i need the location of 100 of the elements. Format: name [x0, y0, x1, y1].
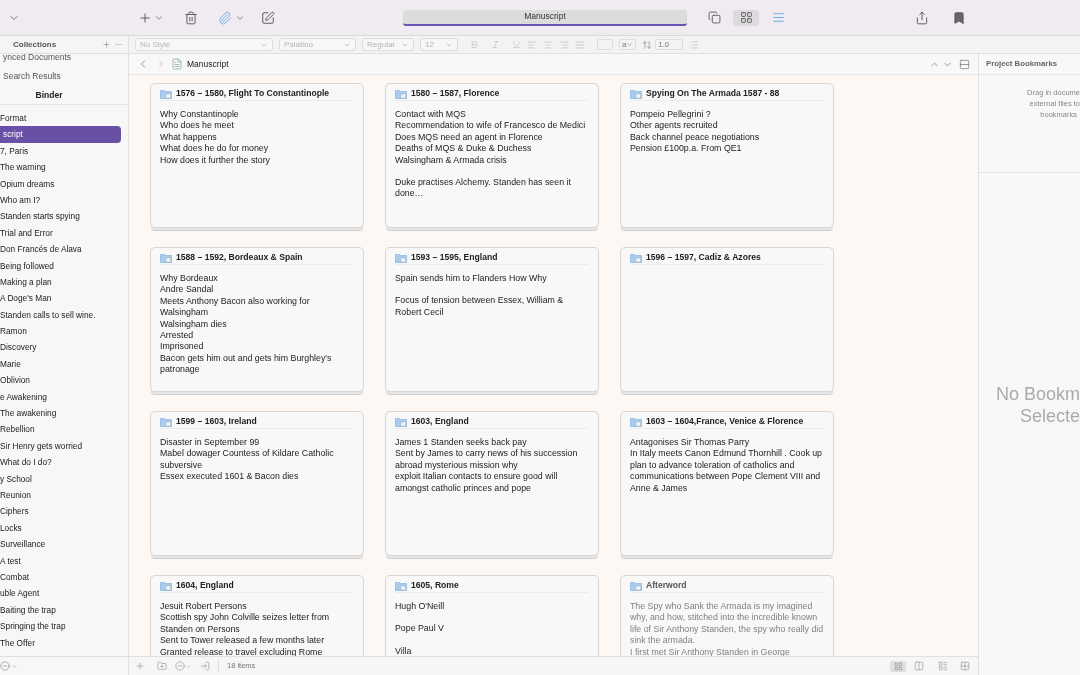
card-text: Recommendation to wife of Francesco de Medici [395, 120, 587, 132]
card-text: Andre Sandal [160, 284, 215, 296]
index-card[interactable] [385, 83, 599, 228]
chevron-icon[interactable] [185, 662, 192, 670]
card-text: Who does he meet [160, 120, 235, 132]
binder-item[interactable]: Don Francés de Alava [0, 241, 121, 258]
card-view-button[interactable] [890, 660, 906, 672]
card-text: What does he do for money [160, 143, 270, 155]
binder-item[interactable]: Ciphers [0, 503, 121, 520]
binder-item[interactable]: Trial and Error [0, 224, 121, 242]
no-bookmarks-message: No Bookm [995, 383, 1080, 405]
card-text: Why Bordeaux [160, 273, 219, 285]
sidebar-collection[interactable]: Search Results [0, 67, 128, 86]
chevron-icon[interactable] [11, 662, 18, 670]
italic-icon[interactable] [491, 40, 500, 49]
line-spacing-icon[interactable] [642, 39, 653, 50]
add-icon[interactable] [135, 661, 145, 671]
binder-item[interactable]: y School [0, 470, 121, 487]
binder-item[interactable]: Ramon [0, 323, 121, 340]
trash-icon[interactable] [184, 10, 198, 25]
binder-item[interactable]: Combat [0, 568, 121, 586]
card-text: Spain sends him to Flanders How Why [395, 273, 548, 285]
card-text: Villa [395, 645, 413, 656]
card-text: How does it further the story [160, 154, 271, 167]
split-view-icon[interactable] [959, 58, 970, 70]
binder-item[interactable]: The warning [0, 159, 121, 176]
view-mode-button[interactable] [733, 9, 759, 26]
sidebar-collection[interactable]: ynced Documents [0, 54, 128, 67]
binder-item[interactable]: Standen calls to sell wine. [0, 306, 121, 324]
card-text: Why Constantinople [160, 109, 240, 121]
grid-icon[interactable] [960, 661, 970, 671]
binder-item[interactable]: What do I do? [0, 454, 121, 471]
move-in-icon[interactable] [200, 661, 210, 671]
card-text: Antagonises Sir Thomas Parry [630, 437, 751, 449]
index-card[interactable] [620, 411, 834, 556]
card-title: 1588 – 1592, Bordeaux & Spain [176, 251, 303, 264]
index-card[interactable]: 1603, England James 1 Standen seeks back pay Sent by James to carry news of his succession abroad mysterious mission why exploit Italian contacts to ensure good will amongst catholic princes and pope [385, 411, 599, 556]
card-text: Jesuit Robert Persons [160, 601, 248, 613]
binder-item[interactable]: Making a plan [0, 273, 121, 291]
remove-icon[interactable] [0, 661, 10, 671]
grid-icon [739, 11, 753, 24]
card-title: 1604, England [176, 579, 234, 592]
binder-item[interactable]: Opium dreams [0, 175, 121, 192]
paperclip-icon[interactable] [218, 10, 232, 25]
card-text: The Spy who Sank the Armada is my imagined why, and how, stitched into the incredible known life of Sir Anthony Standen, the spy who really did sink the armada. [630, 601, 824, 647]
binder-item[interactable]: Oblivion [0, 372, 121, 389]
binder-item[interactable]: Springing the trap [0, 618, 121, 635]
binder-item[interactable]: Locks [0, 519, 121, 537]
card-text: Scottish spy John Colville seizes letter from Standen on Persons [160, 612, 331, 636]
card-text: I first met Sir Anthony Standen in George [630, 646, 791, 656]
binder-item[interactable]: 7, Paris [0, 142, 121, 160]
card-text: Granted release to travel excluding Rome [160, 646, 324, 656]
case-select[interactable]: a [619, 39, 637, 50]
remove-icon[interactable] [175, 661, 185, 671]
binder-item[interactable]: A test [0, 552, 121, 569]
index-card[interactable]: 1605, Rome Hugh O'Neill Pope Paul V Villa [385, 575, 599, 656]
document-title-field[interactable]: Manuscript [403, 9, 687, 26]
binder-item[interactable]: Discovery [0, 339, 121, 356]
label-view-icon[interactable] [938, 661, 948, 671]
folder-icon [160, 88, 172, 99]
folder-icon [630, 580, 642, 591]
binder-item[interactable]: The Offer [0, 634, 121, 651]
binder-item[interactable]: script [0, 126, 121, 143]
binder-item[interactable]: A Doge's Man [0, 290, 121, 307]
index-card[interactable]: 1604, England Jesuit Robert Persons Scottish spy John Colville seizes letter from Standen on Persons Sent to Tower released a few months later Granted release to travel excluding Rome [150, 575, 364, 656]
share-icon[interactable] [915, 10, 929, 25]
binder-item[interactable]: Who am I? [0, 191, 121, 209]
card-text: exploit Italian contacts to ensure good will amongst catholic princes and pope [395, 471, 559, 495]
bold-icon[interactable] [470, 40, 479, 49]
binder-item[interactable]: Standen starts spying [0, 208, 121, 225]
binder-item[interactable]: Marie [0, 355, 121, 373]
index-card[interactable]: 1588 – 1592, Bordeaux & Spain Why Bordeaux Andre Sandal Meets Anthony Bacon also working for Walsingham Walsingham dies Arrested Imprisoned Bacon gets him out and gets him Burghley's patronage [150, 247, 364, 392]
binder-item[interactable]: Rebellion [0, 421, 121, 438]
binder-item[interactable]: Surveillance [0, 536, 121, 553]
binder-item[interactable]: The awakening [0, 405, 121, 422]
freeform-icon[interactable] [914, 661, 924, 671]
binder-item[interactable]: Format [0, 110, 121, 127]
underline-icon[interactable] [512, 40, 521, 49]
binder-item[interactable]: e Awakening [0, 388, 121, 406]
card-text: Other agents recruited [630, 120, 719, 132]
add-collection-icon[interactable] [102, 40, 111, 49]
card-text: Focus of tension between Essex, William & Robert Cecil [395, 295, 565, 319]
bookmark-icon[interactable] [952, 10, 966, 25]
binder-item[interactable]: uble Agent [0, 585, 121, 602]
copy-icon [707, 11, 721, 24]
binder-item[interactable]: Sir Henry gets worried [0, 437, 121, 455]
index-card[interactable]: 1599 – 1603, Ireland Disaster in September 99 Mabel dowager Countess of Kildare Catholic subversive Essex executed 1601 & Bacon dies [150, 411, 364, 556]
binder-header: Binder [35, 88, 63, 102]
card-title: Spying On The Armada 1587 - 88 [646, 87, 780, 100]
binder-item[interactable]: Reunion [0, 487, 121, 504]
index-card[interactable]: 1596 – 1597, Cadiz & Azores [620, 247, 834, 392]
card-text: Bacon gets him out and gets him Burghley's patronage [160, 352, 333, 376]
index-card[interactable]: 1576 – 1580, Flight To Constantinople Why Constantinople Who does he meet What happens What does he do for money How does it further the story [150, 83, 364, 228]
add-folder-icon[interactable] [157, 661, 167, 671]
binder-item[interactable]: Being followed [0, 257, 121, 274]
compose-icon[interactable] [261, 10, 275, 25]
index-card[interactable]: Spying On The Armada 1587 - 88 Pompeio Pellegrini ? Other agents recruited Back channel peace negotiations Pension £100p.a. From QE1 [620, 83, 834, 228]
add-icon[interactable] [138, 10, 152, 25]
index-card[interactable]: 1593 – 1595, England Spain sends him to Flanders How Why Focus of tension between Essex, William & Robert Cecil [385, 247, 599, 392]
binder-item[interactable]: Baiting the trap [0, 601, 121, 619]
